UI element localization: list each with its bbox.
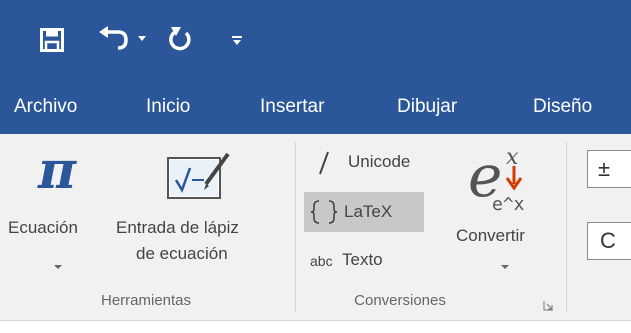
unicode-button[interactable]: Unicode (304, 146, 440, 180)
tab-inicio[interactable]: Inicio (146, 84, 190, 134)
group-divider (566, 142, 567, 312)
undo-dropdown-caret-icon[interactable] (138, 36, 146, 41)
symbol-gallery-item-1[interactable]: ± (587, 150, 631, 188)
customize-qat-icon[interactable] (231, 34, 243, 46)
convertir-label: Convertir (456, 226, 525, 245)
texto-button[interactable]: abc Texto (304, 244, 440, 278)
redo-icon[interactable] (168, 25, 194, 53)
convertir-dropdown-icon (501, 265, 509, 269)
ecuacion-button[interactable]: π Ecuación (0, 134, 112, 284)
svg-text:π: π (37, 146, 77, 196)
convert-icon: e x e^x (468, 142, 525, 212)
undo-icon[interactable] (98, 26, 130, 52)
dialog-launcher-icon[interactable] (543, 300, 554, 311)
herramientas-group-label: Herramientas (100, 292, 192, 309)
texto-label: Texto (342, 250, 383, 269)
lapiz-label-line2: de ecuación (136, 244, 228, 263)
ink-equation-icon (167, 152, 230, 199)
latex-label: LaTeX (344, 202, 393, 221)
latex-braces-icon (310, 200, 338, 224)
conversiones-group-label: Conversiones (354, 292, 446, 309)
unicode-slash-icon (319, 151, 329, 175)
ribbon-tabs: Archivo Inicio Insertar Dibujar Diseño (0, 84, 631, 134)
latex-button[interactable]: LaTeX (304, 192, 424, 232)
lapiz-label-line1: Entrada de lápiz (116, 218, 239, 237)
tab-dibujar[interactable]: Dibujar (397, 84, 457, 134)
save-icon[interactable] (40, 28, 64, 52)
unicode-label: Unicode (348, 152, 411, 171)
quick-access-toolbar (0, 0, 631, 84)
tab-archivo[interactable]: Archivo (14, 84, 77, 134)
tab-diseno[interactable]: Diseño (533, 84, 592, 134)
symbol-c: C (600, 228, 616, 253)
ecuacion-dropdown-icon (54, 265, 62, 269)
symbol-gallery-item-2[interactable]: C (587, 222, 631, 260)
group-divider (295, 142, 296, 312)
ribbon-panel: π Ecuación Entrada de lápiz de ecuación … (0, 134, 631, 320)
svg-text:e^x: e^x (492, 194, 525, 212)
symbol-plus-minus: ± (598, 156, 611, 181)
ribbon-bottom-edge (0, 320, 631, 333)
ecuacion-label: Ecuación (8, 218, 78, 237)
pi-icon: π (37, 146, 77, 196)
abc-icon: abc (310, 253, 333, 269)
tab-insertar[interactable]: Insertar (260, 84, 324, 134)
entrada-lapiz-button[interactable]: Entrada de lápiz de ecuación (112, 134, 286, 284)
convertir-button[interactable]: e x e^x Convertir (448, 134, 554, 284)
